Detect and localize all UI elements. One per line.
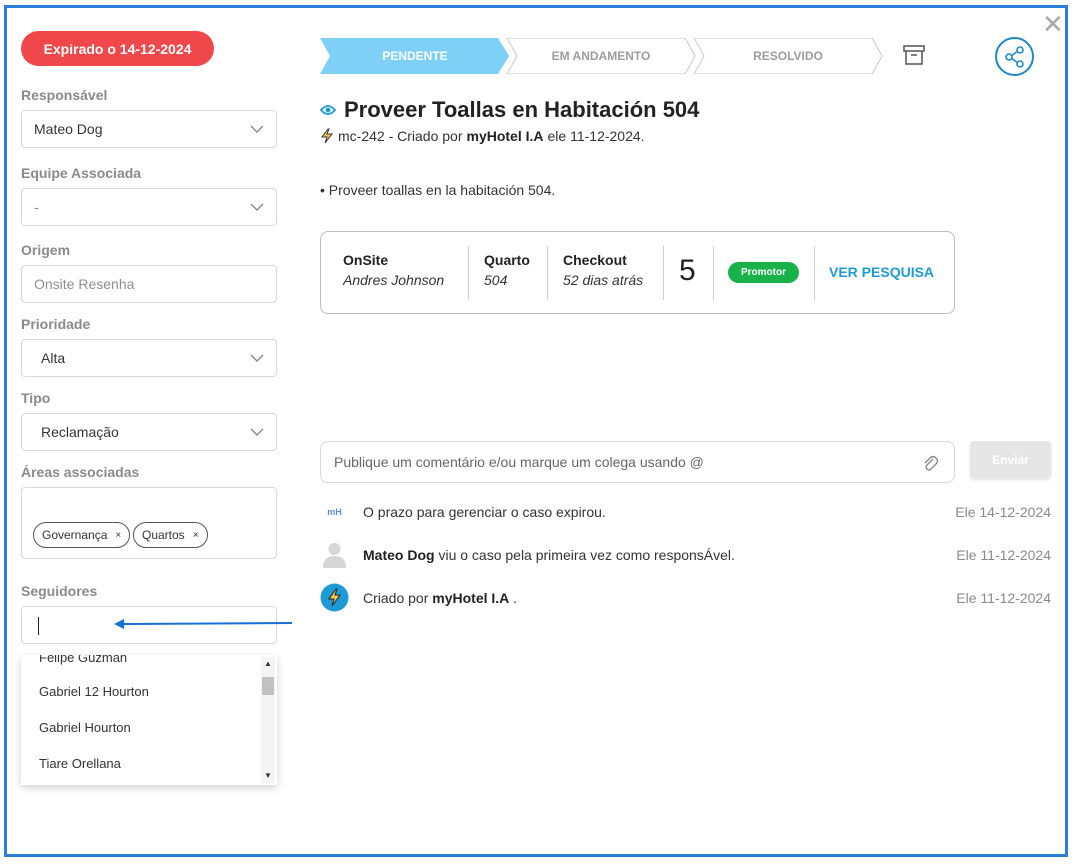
comment-input[interactable]: Publique um comentário e/ou marque um co… (320, 441, 955, 483)
dropdown-option[interactable]: Gabriel 12 Hourton (39, 684, 149, 699)
equipe-value: - (34, 199, 39, 215)
scroll-up-icon[interactable]: ▲ (264, 659, 272, 668)
case-date: ele 11-12-2024. (547, 128, 645, 144)
dropdown-option[interactable]: Felipe Guzman (39, 655, 127, 665)
myhotel-logo-icon: mH (327, 506, 342, 517)
archive-icon[interactable] (902, 43, 926, 67)
tipo-select[interactable]: Reclamação (21, 413, 277, 451)
tipo-label: Tipo (21, 390, 51, 406)
divider (814, 246, 815, 300)
text-caret (38, 617, 39, 635)
onsite-box: OnSite Andres Johnson (343, 252, 444, 288)
tag-remove-icon[interactable]: × (115, 530, 121, 541)
responsavel-select[interactable]: Mateo Dog (21, 110, 277, 148)
scroll-thumb[interactable] (262, 677, 274, 695)
step-pendente[interactable]: PENDENTE (330, 38, 500, 74)
activity-prefix: Criado por (363, 590, 433, 606)
case-author: myHotel I.A (466, 128, 544, 144)
eye-icon[interactable] (320, 104, 336, 116)
seguidores-label: Seguidores (21, 583, 98, 599)
checkout-value: 52 dias atrás (563, 272, 644, 288)
chevron-down-icon (250, 125, 264, 133)
areas-field[interactable]: Governança × Quartos × (21, 487, 277, 559)
checkout-label: Checkout (563, 252, 627, 268)
case-code: mc-242 - Criado por (338, 128, 463, 144)
guest-card: OnSite Andres Johnson Quarto 504 Checkou… (320, 231, 955, 314)
scroll-down-icon[interactable]: ▼ (264, 771, 272, 780)
activity-item: Criado por myHotel I.A . Ele 11-12-2024 (320, 583, 1051, 613)
close-icon[interactable]: ✕ (1042, 12, 1064, 38)
status-stepper: PENDENTE EM ANDAMENTO RESOLVIDO (320, 38, 885, 74)
responsavel-value: Mateo Dog (34, 121, 103, 137)
lightning-icon (321, 128, 334, 144)
expired-badge: Expirado o 14-12-2024 (21, 31, 214, 66)
activity-suffix: . (509, 590, 518, 606)
activity-date: Ele 14-12-2024 (955, 504, 1051, 520)
ver-pesquisa-link[interactable]: VER PESQUISA (829, 264, 934, 280)
case-description: • Proveer toallas en la habitación 504. (320, 182, 556, 198)
prioridade-select[interactable]: Alta (21, 339, 277, 377)
case-title-row: Proveer Toallas en Habitación 504 (320, 97, 699, 123)
checkout-box: Checkout 52 dias atrás (563, 252, 643, 288)
promotor-badge: Promotor (728, 262, 799, 283)
quarto-box: Quarto 504 (484, 252, 530, 288)
divider (547, 246, 548, 300)
score-value: 5 (679, 254, 696, 287)
chevron-down-icon (250, 428, 264, 436)
activity-date: Ele 11-12-2024 (956, 590, 1051, 606)
lightning-avatar-icon (320, 583, 349, 612)
onsite-label: OnSite (343, 252, 389, 268)
step-resolvido[interactable]: RESOLVIDO (702, 38, 874, 74)
origem-label: Origem (21, 242, 71, 258)
activity-user: Mateo Dog (363, 547, 435, 563)
share-button[interactable] (995, 37, 1034, 76)
activity-user: myHotel I.A (432, 590, 510, 606)
activity-text: Criado por myHotel I.A . (363, 590, 517, 606)
arrow-left-icon (114, 619, 293, 629)
origem-field[interactable]: Onsite Resenha (21, 265, 277, 303)
tag-quartos: Quartos × (133, 522, 208, 548)
comment-placeholder: Publique um comentário e/ou marque um co… (334, 454, 704, 470)
tipo-value: Reclamação (41, 424, 119, 440)
case-meta: mc-242 - Criado por myHotel I.A ele 11-1… (320, 128, 645, 144)
prioridade-value: Alta (41, 350, 66, 366)
chevron-down-icon (250, 354, 264, 362)
dropdown-option[interactable]: Tiare Orellana (39, 756, 121, 771)
seguidores-dropdown: Felipe Guzman Gabriel 12 Hourton Gabriel… (21, 655, 277, 785)
tag-governanca: Governança × (33, 522, 131, 548)
activity-text: O prazo para gerenciar o caso expirou. (363, 504, 606, 520)
send-button[interactable]: Enviar (970, 441, 1051, 478)
user-avatar-icon (323, 543, 346, 568)
activity-item: Mateo Dog viu o caso pela primeira vez c… (320, 540, 1051, 570)
tag-label: Quartos (142, 528, 185, 542)
step-em-andamento[interactable]: EM ANDAMENTO (515, 38, 687, 74)
tag-remove-icon[interactable]: × (193, 530, 199, 541)
share-icon (1004, 45, 1024, 68)
quarto-label: Quarto (484, 252, 530, 268)
activity-date: Ele 11-12-2024 (956, 547, 1051, 563)
divider (663, 246, 664, 300)
divider (468, 246, 469, 300)
onsite-value: Andres Johnson (343, 272, 445, 288)
prioridade-label: Prioridade (21, 316, 91, 332)
case-title: Proveer Toallas en Habitación 504 (344, 97, 700, 122)
scrollbar[interactable]: ▲ ▼ (261, 657, 275, 783)
areas-label: Áreas associadas (21, 464, 140, 480)
activity-message: viu o caso pela primeira vez como respon… (434, 547, 735, 563)
activity-item: mH O prazo para gerenciar o caso expirou… (320, 497, 1051, 527)
origem-placeholder: Onsite Resenha (34, 276, 135, 292)
paperclip-icon[interactable] (922, 454, 938, 472)
responsavel-label: Responsável (21, 87, 108, 103)
equipe-label: Equipe Associada (21, 165, 142, 181)
activity-text: Mateo Dog viu o caso pela primeira vez c… (363, 547, 735, 563)
dropdown-option[interactable]: Gabriel Hourton (39, 720, 131, 735)
divider (713, 246, 714, 300)
equipe-select[interactable]: - (21, 188, 277, 226)
quarto-value: 504 (484, 272, 508, 288)
chevron-down-icon (250, 203, 264, 211)
tag-label: Governança (42, 528, 108, 542)
